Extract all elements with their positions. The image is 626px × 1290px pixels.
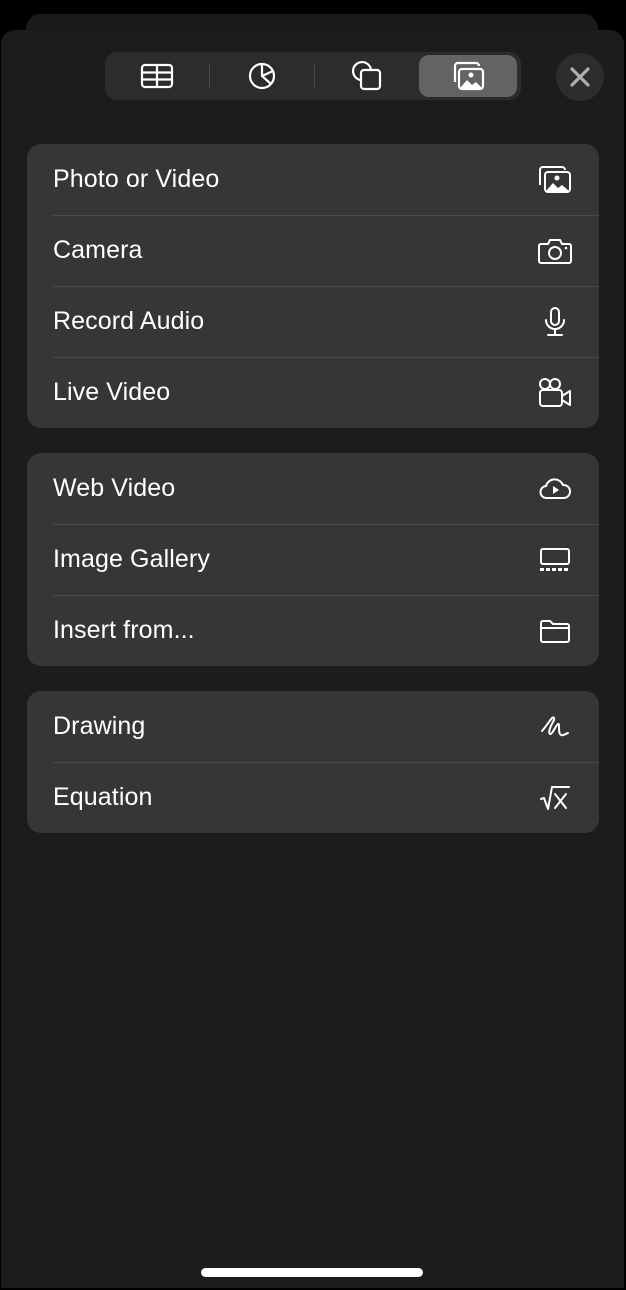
- tab-media[interactable]: [419, 55, 517, 97]
- tab-chart[interactable]: [210, 55, 314, 97]
- insert-sheet: Photo or Video Camera Record Audio Live …: [1, 30, 624, 1288]
- table-icon: [140, 63, 174, 89]
- web-gallery-group: Web Video Image Gallery Insert from...: [27, 453, 599, 666]
- menu-item-web-video[interactable]: Web Video: [27, 453, 599, 524]
- close-icon: [570, 67, 590, 87]
- photo-stack-icon: [537, 164, 573, 196]
- menu-item-equation[interactable]: Equation: [27, 762, 599, 833]
- video-camera-icon: [537, 377, 573, 409]
- photos-icon: [450, 61, 486, 91]
- tab-shape[interactable]: [315, 55, 419, 97]
- square-root-icon: [537, 782, 573, 814]
- scribble-icon: [537, 711, 573, 743]
- pie-chart-icon: [247, 61, 277, 91]
- menu-item-image-gallery[interactable]: Image Gallery: [27, 524, 599, 595]
- menu-item-label: Camera: [53, 236, 143, 264]
- camera-icon: [537, 235, 573, 267]
- menu-item-photo-or-video[interactable]: Photo or Video: [27, 144, 599, 215]
- shapes-icon: [351, 60, 383, 92]
- menu-item-label: Image Gallery: [53, 545, 210, 573]
- tab-table[interactable]: [105, 55, 209, 97]
- menu-item-insert-from[interactable]: Insert from...: [27, 595, 599, 666]
- drawing-equation-group: Drawing Equation: [27, 691, 599, 833]
- menu-item-record-audio[interactable]: Record Audio: [27, 286, 599, 357]
- menu-item-label: Web Video: [53, 474, 176, 502]
- menu-item-label: Equation: [53, 783, 153, 811]
- microphone-icon: [537, 306, 573, 338]
- cloud-play-icon: [537, 473, 573, 505]
- menu-item-label: Drawing: [53, 712, 146, 740]
- menu-item-drawing[interactable]: Drawing: [27, 691, 599, 762]
- menu-item-label: Record Audio: [53, 307, 205, 335]
- insert-category-segmented-control: [105, 52, 521, 100]
- home-indicator[interactable]: [201, 1268, 423, 1277]
- menu-item-label: Live Video: [53, 378, 171, 406]
- media-source-group: Photo or Video Camera Record Audio Live …: [27, 144, 599, 428]
- close-button[interactable]: [556, 53, 604, 101]
- menu-item-label: Photo or Video: [53, 165, 220, 193]
- folder-icon: [537, 615, 573, 647]
- menu-item-label: Insert from...: [53, 616, 195, 644]
- menu-item-live-video[interactable]: Live Video: [27, 357, 599, 428]
- menu-item-camera[interactable]: Camera: [27, 215, 599, 286]
- image-gallery-icon: [537, 544, 573, 576]
